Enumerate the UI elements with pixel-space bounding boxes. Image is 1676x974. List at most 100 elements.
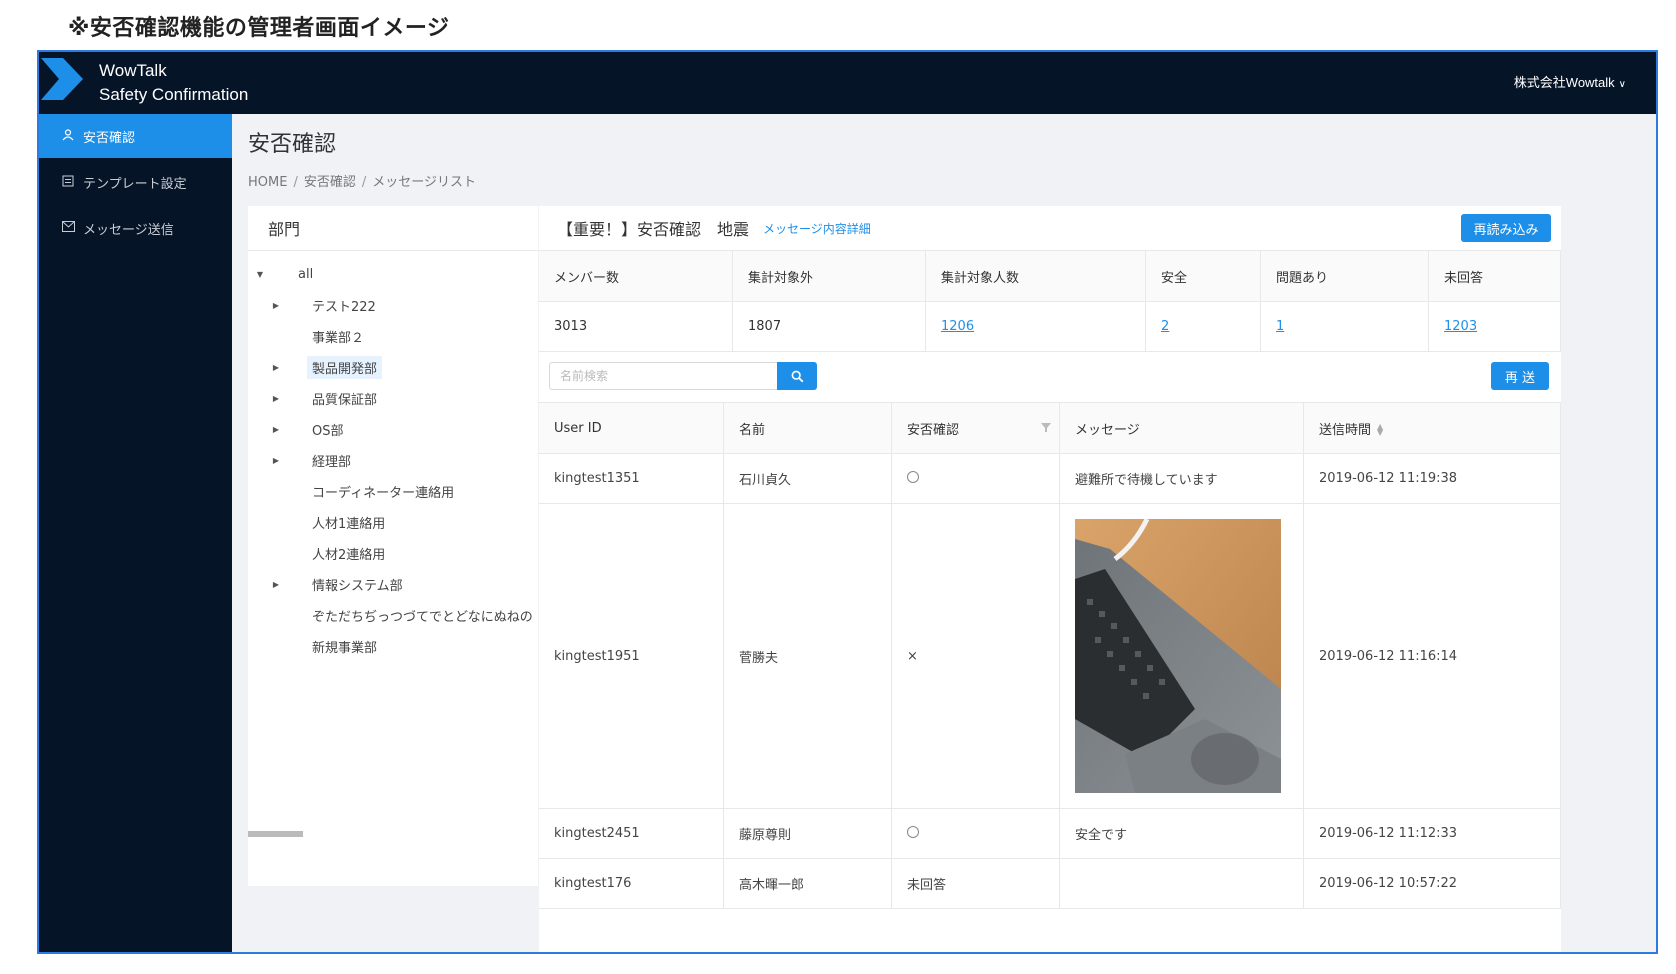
tree-node-selected[interactable]: ▶ 製品開発部 [248,352,538,383]
sidebar-item-label: テンプレート設定 [83,176,187,192]
stats-header: 未回答 [1428,251,1561,302]
safe-circle-icon [907,470,919,483]
caret-right-icon[interactable]: ▶ [271,394,281,403]
sort-icon[interactable]: ▲ ▼ [1377,423,1383,437]
stats-header: メンバー数 [539,251,733,302]
breadcrumb-separator: / [293,175,298,190]
cell-message: 安全です [1059,808,1304,859]
cell-time: 2019-06-12 11:16:14 [1303,503,1561,809]
sidebar-item-safety[interactable]: 安否確認 [39,114,232,158]
tree-node-label: 新規事業部 [312,641,378,656]
caret-right-icon[interactable]: ▶ [271,425,281,434]
caret-right-icon[interactable]: ▶ [271,456,281,465]
tree-node[interactable]: ▶ 経理部 [248,445,538,476]
column-header-time[interactable]: 送信時間 ▲ ▼ [1303,402,1561,454]
tree-node[interactable]: コーディネーター連絡用 [248,476,538,507]
sidebar-item-send-message[interactable]: メッセージ送信 [39,206,232,250]
tree-node[interactable]: 人材1連絡用 [248,507,538,538]
attached-photo[interactable] [1075,519,1281,793]
top-bar: WowTalk Safety Confirmation 株式会社Wowtalk ∨ [39,52,1656,114]
column-header-label: User ID [554,420,602,436]
horizontal-scrollbar[interactable] [248,831,303,837]
app-window: WowTalk Safety Confirmation 株式会社Wowtalk ∨… [37,50,1658,954]
table-header-row: User ID 名前 安否確認 メッセージ 送信時間 ▲ ▼ [539,402,1561,454]
cell-time: 2019-06-12 11:12:33 [1303,808,1561,859]
resend-button[interactable]: 再 送 [1491,362,1549,390]
company-menu[interactable]: 株式会社Wowtalk ∨ [1514,72,1626,91]
filter-icon[interactable] [1041,423,1051,432]
caret-right-icon[interactable]: ▶ [271,580,281,589]
stats-value-link[interactable]: 2 [1145,301,1261,352]
tree-node-label: 情報システム部 [312,579,403,594]
cell-user-id: kingtest176 [539,858,724,909]
column-header-message: メッセージ [1059,402,1304,454]
column-header-label: 安否確認 [907,422,960,438]
cell-name: 石川貞久 [723,453,892,504]
tree-node-label: 人材1連絡用 [312,517,386,532]
cell-time: 2019-06-12 10:57:22 [1303,858,1561,909]
tree-node[interactable]: 人材2連絡用 [248,538,538,569]
cell-safety [891,453,1060,504]
tree-node-all[interactable]: ▼ all [248,259,538,290]
cell-user-id: kingtest2451 [539,808,724,859]
column-header-label: 名前 [739,422,766,438]
brand-name: WowTalk Safety Confirmation [99,59,248,107]
stats-value: 3013 [539,301,733,352]
sidebar-item-label: 安否確認 [83,130,136,146]
breadcrumb: HOME / 安否確認 / メッセージリスト [248,171,476,190]
message-title: 【重要！】安否確認 地震 [557,220,750,239]
department-tree: ▼ all ▶ テスト222 事業部２ ▶ 製品開発部 ▶ 品質保証部 ▶ OS部 [248,251,538,839]
tree-node-label: ぞただちぢっつづてでとどなにぬねの [312,610,533,625]
stats-header: 安全 [1145,251,1261,302]
stats-header: 集計対象外 [732,251,926,302]
cell-message [1059,503,1304,809]
sidebar-item-template[interactable]: テンプレート設定 [39,160,232,204]
caret-down-icon[interactable]: ▼ [255,270,265,279]
cell-message: 避難所で待機しています [1059,453,1304,504]
cell-safety: 未回答 [891,858,1060,909]
tree-node[interactable]: ぞただちぢっつづてでとどなにぬねの [248,600,538,631]
brand-line2: Safety Confirmation [99,85,249,104]
cell-safety [891,808,1060,859]
tree-node[interactable]: ▶ OS部 [248,414,538,445]
column-header-safety: 安否確認 [891,402,1060,454]
reload-button[interactable]: 再読み込み [1461,214,1551,242]
table-row[interactable]: kingtest1951 菅勝夫 × 2019-06-12 11:16:14 [539,503,1561,809]
table-row[interactable]: kingtest1351 石川貞久 避難所で待機しています 2019-06-12… [539,453,1561,504]
cell-user-id: kingtest1951 [539,503,724,809]
search-button[interactable] [777,362,817,390]
page-caption: ※安否確認機能の管理者画面イメージ [68,16,450,41]
tree-node-label: テスト222 [312,300,376,315]
breadcrumb-home[interactable]: HOME [248,175,287,190]
stats-table: メンバー数 集計対象外 集計対象人数 安全 問題あり 未回答 3013 1807… [539,251,1561,352]
stats-value-link[interactable]: 1206 [925,301,1146,352]
stats-value-link[interactable]: 1203 [1428,301,1561,352]
tree-node[interactable]: ▶ 品質保証部 [248,383,538,414]
sidebar: 安否確認 テンプレート設定 メッセージ送信 [39,114,232,952]
caret-right-icon[interactable]: ▶ [271,363,281,372]
message-detail-link[interactable]: メッセージ内容詳細 [763,220,871,237]
search-input[interactable] [549,362,777,390]
cell-time: 2019-06-12 11:19:38 [1303,453,1561,504]
tree-node-label: 品質保証部 [312,393,378,408]
stats-header-row: メンバー数 集計対象外 集計対象人数 安全 問題あり 未回答 [539,251,1561,302]
cell-name: 菅勝夫 [723,503,892,809]
table-row[interactable]: kingtest176 高木暉一郎 未回答 2019-06-12 10:57:2… [539,858,1561,909]
cell-safety: × [891,503,1060,809]
caret-right-icon[interactable]: ▶ [271,301,281,310]
tree-node[interactable]: ▶ 情報システム部 [248,569,538,600]
cell-message [1059,858,1304,909]
column-header-label: メッセージ [1075,422,1140,438]
table-row[interactable]: kingtest2451 藤原尊則 安全です 2019-06-12 11:12:… [539,808,1561,859]
tree-node[interactable]: 新規事業部 [248,631,538,662]
sidebar-item-label: メッセージ送信 [83,222,174,238]
tree-node[interactable]: ▶ テスト222 [248,290,538,321]
tree-node[interactable]: 事業部２ [248,321,538,352]
safe-circle-icon [907,825,919,838]
breadcrumb-message-list: メッセージリスト [372,175,476,190]
stats-value-link[interactable]: 1 [1260,301,1429,352]
message-header: 【重要！】安否確認 地震 メッセージ内容詳細 再読み込み [539,206,1561,251]
chevron-down-icon: ∨ [1618,79,1626,90]
breadcrumb-safety[interactable]: 安否確認 [304,175,356,190]
message-panel: 【重要！】安否確認 地震 メッセージ内容詳細 再読み込み メンバー数 集計対象外… [539,206,1561,952]
